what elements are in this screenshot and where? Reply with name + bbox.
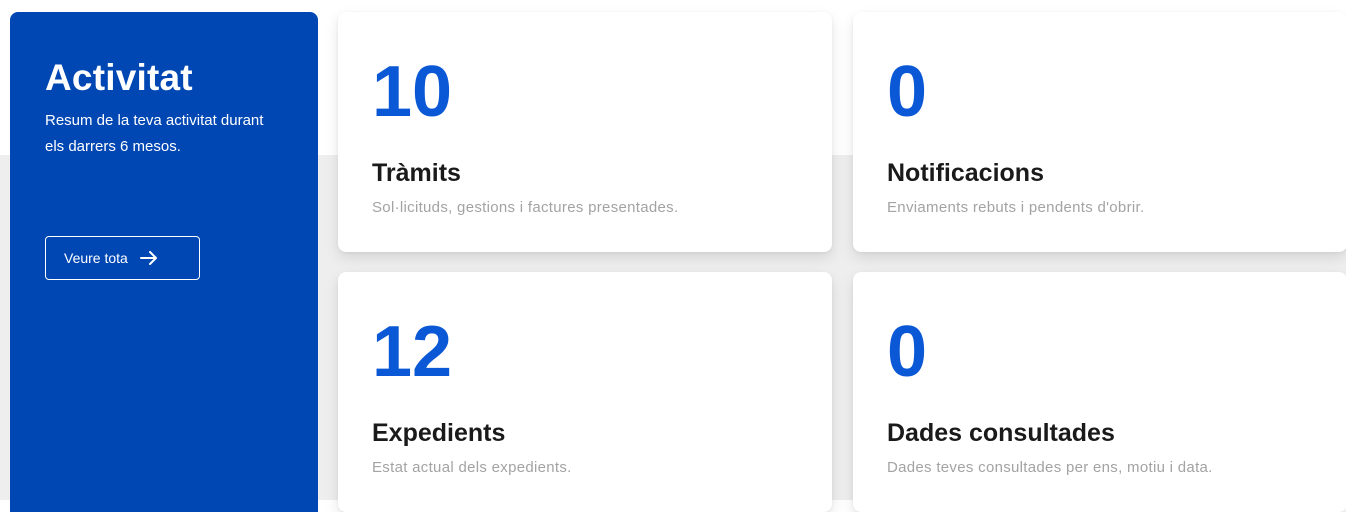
activity-subtitle: Resum de la teva activitat durant els da… bbox=[45, 112, 264, 155]
dades-consultades-count: 0 bbox=[887, 312, 928, 392]
tramits-title: Tràmits bbox=[372, 159, 461, 187]
expedients-title: Expedients bbox=[372, 419, 506, 447]
notificacions-description: Enviaments rebuts i pendents d'obrir. bbox=[887, 199, 1145, 216]
notificacions-title: Notificacions bbox=[887, 159, 1044, 187]
dades-consultades-description: Dades teves consultades per ens, motiu i… bbox=[887, 459, 1213, 476]
expedients-description: Estat actual dels expedients. bbox=[372, 459, 572, 476]
notificacions-count: 0 bbox=[887, 52, 928, 132]
card-tramits[interactable]: 10 Tràmits Sol·licituds, gestions i fact… bbox=[338, 12, 832, 252]
view-all-label: Veure tota bbox=[64, 250, 128, 266]
view-all-button[interactable]: Veure tota bbox=[45, 236, 200, 280]
card-dades-consultades[interactable]: 0 Dades consultades Dades teves consulta… bbox=[853, 272, 1346, 512]
expedients-count: 12 bbox=[372, 312, 453, 392]
tramits-count: 10 bbox=[372, 52, 453, 132]
arrow-right-icon bbox=[139, 251, 157, 265]
dades-consultades-title: Dades consultades bbox=[887, 419, 1115, 447]
tramits-description: Sol·licituds, gestions i factures presen… bbox=[372, 199, 679, 216]
card-expedients[interactable]: 12 Expedients Estat actual dels expedien… bbox=[338, 272, 832, 512]
activity-title: Activitat bbox=[45, 57, 193, 98]
activity-panel: Activitat Resum de la teva activitat dur… bbox=[10, 12, 318, 512]
card-notificacions[interactable]: 0 Notificacions Enviaments rebuts i pend… bbox=[853, 12, 1346, 252]
